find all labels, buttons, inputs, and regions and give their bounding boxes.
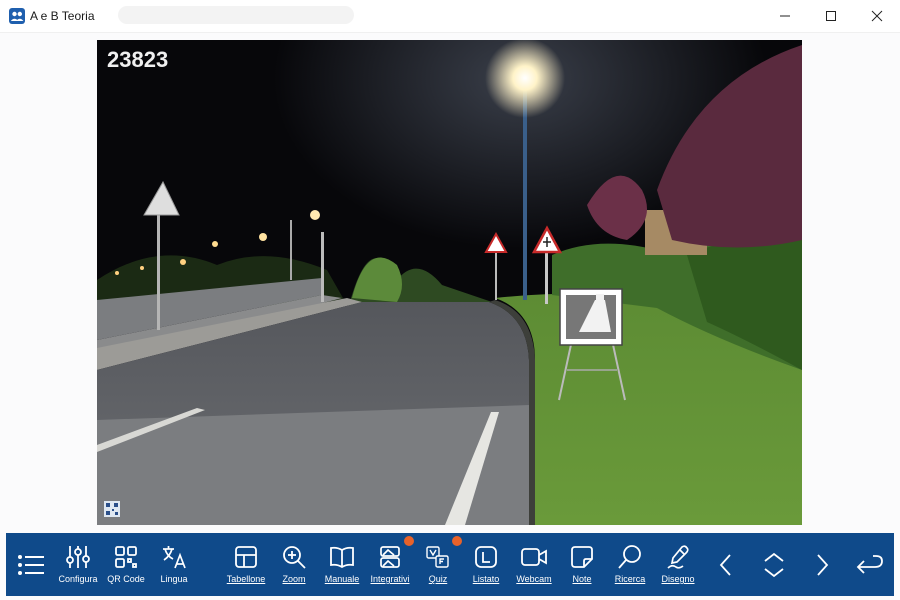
close-button[interactable] bbox=[854, 0, 900, 32]
listato-button[interactable]: Listato bbox=[461, 533, 511, 596]
maximize-button[interactable] bbox=[808, 0, 854, 32]
sticky-note-icon bbox=[571, 546, 593, 568]
quiz-button[interactable]: Quiz bbox=[413, 533, 463, 596]
listato-label: Listato bbox=[472, 574, 500, 584]
up-down-button[interactable] bbox=[754, 533, 794, 596]
qr-badge-icon bbox=[104, 501, 120, 517]
note-label: Note bbox=[572, 574, 592, 584]
integrativi-label: Integrativi bbox=[370, 574, 410, 584]
configura-label: Configura bbox=[58, 574, 98, 584]
menu-list-icon bbox=[18, 554, 44, 575]
manuale-button[interactable]: Manuale bbox=[317, 533, 367, 596]
webcam-button[interactable]: Webcam bbox=[509, 533, 559, 596]
question-photo: 23823 bbox=[97, 40, 802, 525]
question-area: 23823 bbox=[0, 33, 900, 531]
tabellone-button[interactable]: Tabellone bbox=[221, 533, 271, 596]
translate-icon bbox=[163, 546, 186, 569]
return-icon bbox=[856, 554, 883, 574]
pen-icon bbox=[667, 545, 689, 569]
table-grid-icon bbox=[235, 546, 257, 568]
return-button[interactable] bbox=[850, 533, 890, 596]
zoom-button[interactable]: Zoom bbox=[269, 533, 319, 596]
ricerca-label: Ricerca bbox=[614, 574, 646, 584]
next-button[interactable] bbox=[802, 533, 842, 596]
zoom-in-icon bbox=[283, 546, 306, 569]
chevron-left-icon bbox=[719, 553, 731, 576]
manuale-label: Manuale bbox=[324, 574, 360, 584]
configura-button[interactable]: Configura bbox=[53, 533, 103, 596]
bottom-toolbar: Configura QR Code Lingua Tabellone Zoom bbox=[6, 533, 894, 596]
chevron-up-down-icon bbox=[764, 552, 784, 577]
minimize-icon bbox=[780, 15, 790, 17]
qr-code-button[interactable]: QR Code bbox=[101, 533, 151, 596]
quiz-vf-icon bbox=[426, 546, 449, 568]
people-icon bbox=[9, 8, 25, 24]
disegno-button[interactable]: Disegno bbox=[653, 533, 703, 596]
zoom-label: Zoom bbox=[282, 574, 306, 584]
chevron-right-icon bbox=[817, 553, 829, 576]
ricerca-button[interactable]: Ricerca bbox=[605, 533, 655, 596]
integrativi-button[interactable]: Integrativi bbox=[365, 533, 415, 596]
webcam-label: Webcam bbox=[516, 574, 552, 584]
maximize-icon bbox=[826, 11, 836, 21]
book-icon bbox=[330, 546, 354, 569]
menu-button[interactable] bbox=[11, 533, 51, 596]
window-title: A e B Teoria bbox=[30, 9, 95, 23]
note-button[interactable]: Note bbox=[557, 533, 607, 596]
tabellone-label: Tabellone bbox=[226, 574, 266, 584]
close-icon bbox=[871, 10, 883, 22]
qr-code-icon bbox=[115, 546, 137, 568]
camera-icon bbox=[521, 548, 547, 566]
qr-code-label: QR Code bbox=[107, 574, 145, 584]
letter-l-icon bbox=[475, 546, 497, 568]
title-bar-search-field[interactable] bbox=[118, 6, 354, 24]
minimize-button[interactable] bbox=[762, 0, 808, 32]
question-number: 23823 bbox=[107, 47, 169, 72]
sliders-icon bbox=[66, 546, 90, 568]
quiz-label: Quiz bbox=[428, 574, 448, 584]
disegno-label: Disegno bbox=[661, 574, 695, 584]
title-bar: A e B Teoria bbox=[0, 0, 900, 33]
images-icon bbox=[380, 546, 400, 568]
previous-button[interactable] bbox=[706, 533, 746, 596]
search-icon bbox=[618, 545, 641, 569]
lingua-label: Lingua bbox=[160, 574, 188, 584]
lingua-button[interactable]: Lingua bbox=[149, 533, 199, 596]
